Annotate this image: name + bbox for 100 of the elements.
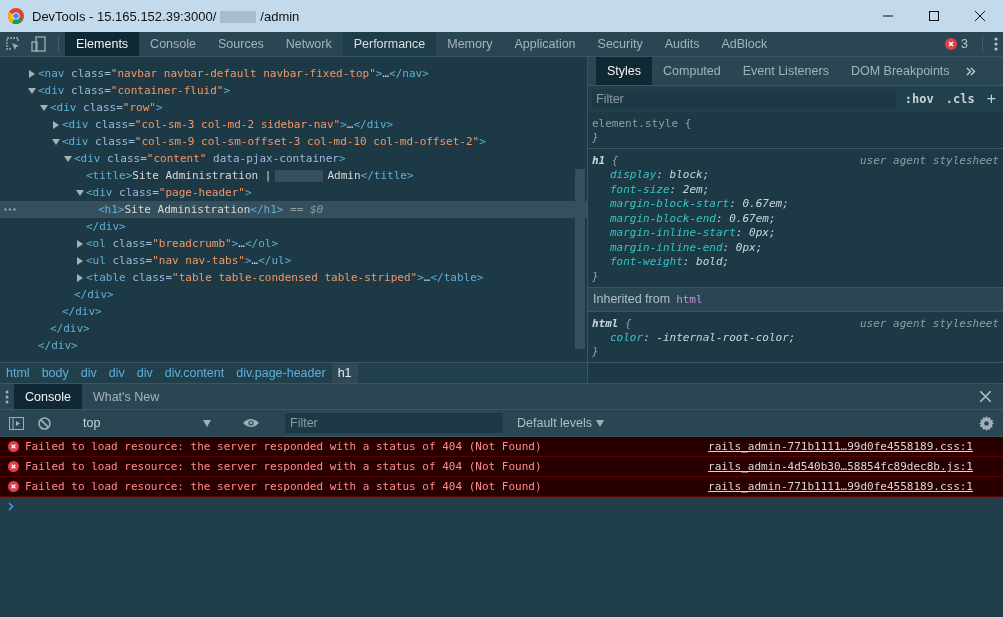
code-line: <ul class="nav nav-tabs">…</ul> bbox=[86, 254, 292, 267]
breadcrumb[interactable]: div bbox=[74, 363, 103, 383]
sidebar-tab[interactable]: Event Listeners bbox=[731, 57, 840, 85]
drawer-tab[interactable]: Console bbox=[14, 384, 82, 409]
more-icon[interactable] bbox=[4, 208, 16, 211]
log-levels-dropdown[interactable]: Default levels bbox=[511, 415, 611, 431]
tree-row[interactable]: <title>Site Administration | Admin</title> bbox=[0, 167, 587, 184]
style-property: display: block; bbox=[609, 168, 711, 183]
style-property: color: -internal-root-color; bbox=[609, 330, 797, 345]
panel-tab[interactable]: Application bbox=[503, 32, 587, 56]
source-link[interactable]: rails_admin-4d540b30…58854fc89dec8b.js:1 bbox=[708, 460, 973, 473]
panel-tab[interactable]: Security bbox=[586, 32, 654, 56]
panel-tab[interactable]: AdBlock bbox=[710, 32, 779, 56]
tree-row[interactable]: <table class="table table-condensed table-striped">…</table> bbox=[0, 269, 587, 286]
style-property: margin-block-end: 0.67em; bbox=[609, 211, 777, 226]
breadcrumb[interactable]: div.content bbox=[158, 363, 231, 383]
tree-row[interactable]: <ul class="nav nav-tabs">…</ul> bbox=[0, 252, 587, 269]
rule-selector: element.style { bbox=[592, 117, 692, 130]
panel-tab[interactable]: Console bbox=[139, 32, 207, 56]
code-line: <div class="content" data-pjax-container> bbox=[74, 152, 346, 165]
tree-row[interactable]: <div class="col-sm-9 col-sm-offset-3 col-md-10 col-md-offset-2"> bbox=[0, 133, 587, 150]
browser-logo-icon bbox=[8, 8, 24, 24]
style-property: margin-inline-start: 0px; bbox=[609, 226, 777, 241]
style-property: margin-block-start: 0.67em; bbox=[609, 197, 790, 212]
sidebar-tab[interactable]: Styles bbox=[596, 57, 653, 85]
code-line: <div class="row"> bbox=[50, 101, 163, 114]
inherited-label: Inherited from bbox=[593, 292, 671, 306]
code-line: </div> bbox=[62, 305, 102, 318]
panel-tab[interactable]: Memory bbox=[436, 32, 504, 56]
error-icon bbox=[8, 441, 19, 452]
collapsed-arrow-icon[interactable] bbox=[76, 239, 84, 248]
code-line: <div class="container-fluid"> bbox=[38, 84, 231, 97]
panel-tab[interactable]: Audits bbox=[653, 32, 711, 56]
maximize-icon bbox=[929, 11, 939, 21]
rule-selector: html { bbox=[592, 316, 632, 330]
rule-source: user agent stylesheet bbox=[859, 316, 999, 330]
tree-row[interactable]: <div class="row"> bbox=[0, 99, 587, 116]
error-icon bbox=[8, 461, 19, 472]
console-message: Failed to load resource: the server responded with a status of 404 (Not Found) bbox=[25, 480, 543, 493]
new-rule-button[interactable]: + bbox=[983, 90, 999, 108]
code-line: <div class="col-sm-3 col-md-2 sidebar-nav">…</div> bbox=[62, 118, 394, 131]
styles-filter-field[interactable]: Filter bbox=[592, 89, 896, 109]
collapsed-arrow-icon[interactable] bbox=[76, 273, 84, 282]
source-link[interactable]: rails_admin-771b1111…99d0fe4558189.css:1 bbox=[708, 440, 973, 453]
tree-row[interactable]: <div class="page-header"> bbox=[0, 184, 587, 201]
tree-row[interactable]: <div class="content" data-pjax-container> bbox=[0, 150, 587, 167]
code-line: <table class="table table-condensed table-striped">…</table> bbox=[86, 271, 484, 284]
code-line: <div class="col-sm-9 col-sm-offset-3 col-md-10 col-md-offset-2"> bbox=[62, 135, 486, 148]
expanded-arrow-icon[interactable] bbox=[52, 137, 60, 146]
tree-row[interactable]: <div class="container-fluid"> bbox=[0, 82, 587, 99]
rule-close-brace: } bbox=[592, 131, 600, 145]
breadcrumb[interactable]: html bbox=[0, 363, 36, 383]
hover-state-button[interactable]: :hov bbox=[901, 92, 937, 106]
dropdown-caret-icon bbox=[596, 419, 605, 427]
breadcrumb[interactable]: div.page-header bbox=[230, 363, 332, 383]
expanded-arrow-icon[interactable] bbox=[40, 103, 48, 112]
expanded-arrow-icon[interactable] bbox=[64, 154, 72, 163]
panel-tab[interactable]: Network bbox=[274, 32, 343, 56]
tree-row[interactable]: <div class="col-sm-3 col-md-2 sidebar-nav">…</div> bbox=[0, 116, 587, 133]
rule-close-brace: } bbox=[592, 269, 600, 284]
code-line: <div class="page-header"> bbox=[86, 186, 252, 199]
tree-row[interactable]: <ol class="breadcrumb">…</ol> bbox=[0, 235, 587, 252]
collapsed-arrow-icon[interactable] bbox=[28, 69, 36, 78]
element-link[interactable]: html bbox=[676, 292, 703, 306]
breadcrumb[interactable]: h1 bbox=[331, 363, 358, 383]
breadcrumb[interactable]: body bbox=[35, 363, 75, 383]
breadcrumb[interactable]: div bbox=[130, 363, 159, 383]
source-link[interactable]: rails_admin-771b1111…99d0fe4558189.css:1 bbox=[708, 480, 973, 493]
context-select[interactable]: top bbox=[77, 413, 217, 433]
panel-tab[interactable]: Elements bbox=[65, 32, 140, 56]
drawer-tab[interactable]: What's New bbox=[81, 384, 171, 409]
code-line: </div> bbox=[74, 288, 114, 301]
code-line: </div> bbox=[86, 220, 126, 233]
tree-row[interactable]: <h1>Site Administration</h1> == $0 bbox=[0, 201, 587, 218]
panel-tab[interactable]: Sources bbox=[207, 32, 275, 56]
sidebar-tab[interactable]: Computed bbox=[652, 57, 732, 85]
style-property: font-weight: bold; bbox=[609, 255, 731, 270]
prompt-chevron-icon bbox=[8, 501, 14, 511]
collapsed-arrow-icon[interactable] bbox=[52, 120, 60, 129]
sidebar-tab[interactable]: DOM Breakpoints bbox=[839, 57, 961, 85]
panel-tab[interactable]: Performance bbox=[342, 32, 437, 56]
style-property: margin-inline-end: 0px; bbox=[609, 240, 764, 255]
style-property: font-size: 2em; bbox=[609, 182, 711, 197]
console-message: Failed to load resource: the server responded with a status of 404 (Not Found) bbox=[25, 460, 543, 473]
window-title: DevTools - 15.165.152.39:3000/ /admin bbox=[32, 8, 301, 24]
code-line: </div> bbox=[50, 322, 90, 335]
expanded-arrow-icon[interactable] bbox=[28, 86, 36, 95]
error-count[interactable]: 3 bbox=[961, 37, 968, 51]
console-message: Failed to load resource: the server responded with a status of 404 (Not Found) bbox=[25, 440, 543, 453]
code-line: </div> bbox=[38, 339, 78, 352]
collapsed-arrow-icon[interactable] bbox=[76, 256, 84, 265]
expanded-arrow-icon[interactable] bbox=[76, 188, 84, 197]
breadcrumb[interactable]: div bbox=[102, 363, 131, 383]
rule-selector: h1 { bbox=[592, 154, 619, 167]
rule-source: user agent stylesheet bbox=[859, 154, 999, 167]
class-button[interactable]: .cls bbox=[942, 92, 978, 106]
code-line: <h1>Site Administration</h1> == $0 bbox=[98, 203, 324, 216]
tree-row[interactable]: <nav class="navbar navbar-default navbar-fixed-top">…</nav> bbox=[0, 65, 587, 82]
console-filter-field[interactable]: Filter bbox=[285, 413, 503, 433]
close-icon bbox=[975, 11, 985, 21]
